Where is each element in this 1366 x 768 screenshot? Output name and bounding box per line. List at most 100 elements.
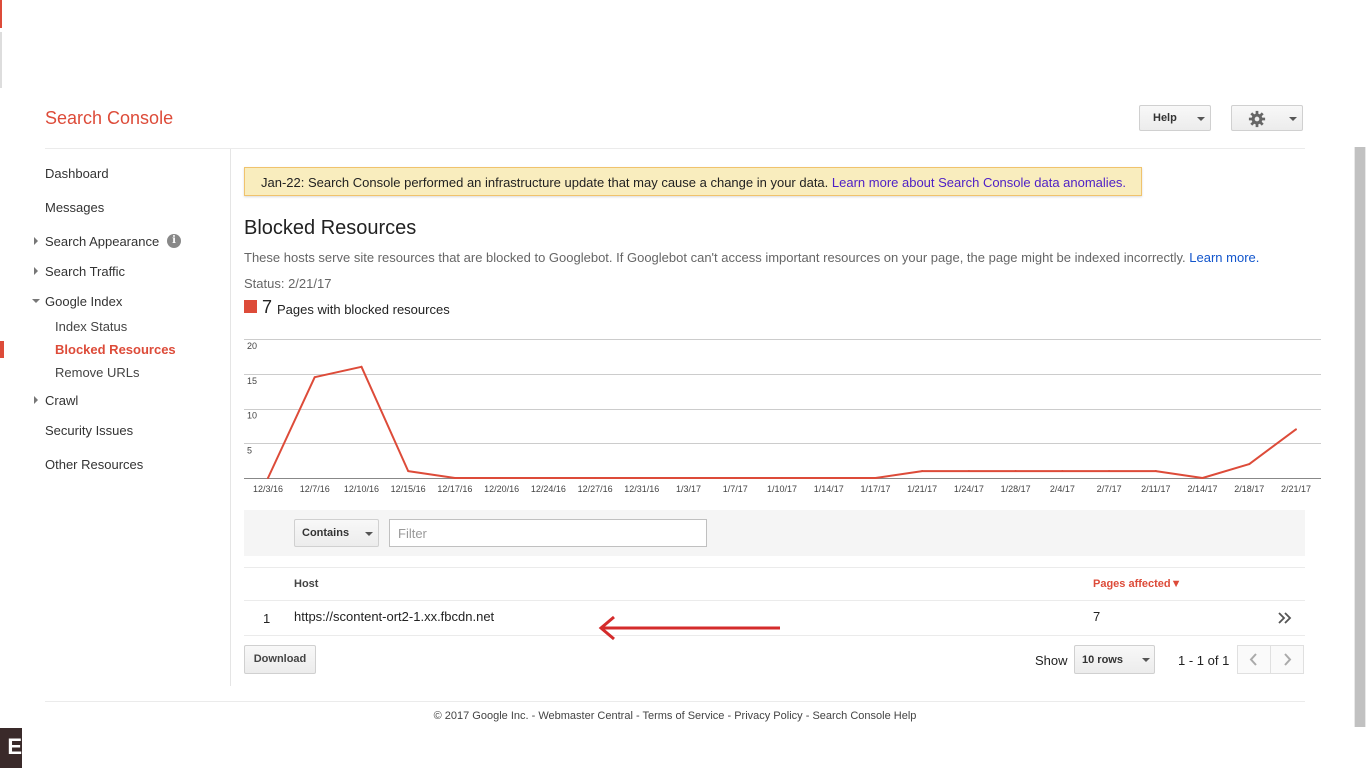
data-point[interactable] [453, 477, 456, 479]
x-tick-label: 12/24/16 [531, 484, 566, 494]
row-pages-affected: 7 [1093, 609, 1101, 624]
next-page-button[interactable] [1270, 645, 1304, 674]
page-title: Blocked Resources [244, 217, 417, 239]
pagination-range: 1 - 1 of 1 [1178, 653, 1230, 668]
sidebar-item-crawl[interactable]: Crawl [45, 393, 78, 408]
data-point[interactable] [1014, 470, 1017, 473]
chevron-down-icon [365, 532, 373, 536]
info-icon[interactable]: i [167, 234, 181, 248]
data-point[interactable] [827, 477, 830, 479]
y-tick-label: 5 [247, 445, 252, 455]
gear-icon [1248, 110, 1266, 128]
data-point[interactable] [967, 470, 970, 473]
x-tick-label: 1/7/17 [723, 484, 748, 494]
data-point[interactable] [1061, 470, 1064, 473]
sidebar-item-google-index[interactable]: Google Index [45, 294, 122, 309]
sidebar-item-dashboard[interactable]: Dashboard [45, 166, 109, 181]
footer: © 2017 Google Inc. - Webmaster Central -… [433, 710, 917, 722]
data-point[interactable] [1295, 428, 1297, 431]
help-button-label: Help [1153, 112, 1177, 124]
data-point[interactable] [407, 470, 410, 473]
data-point[interactable] [360, 365, 363, 368]
sidebar-item-search-traffic[interactable]: Search Traffic [45, 264, 125, 279]
table-divider [244, 600, 1305, 601]
settings-button[interactable] [1231, 105, 1303, 131]
sidebar-item-blocked-resources[interactable]: Blocked Resources [55, 342, 176, 357]
data-point[interactable] [547, 477, 550, 479]
notice-banner: Jan-22: Search Console performed an infr… [244, 167, 1142, 196]
data-point[interactable] [687, 477, 690, 479]
chevron-down-icon [1197, 117, 1205, 121]
y-tick-label: 15 [247, 376, 257, 386]
chevron-down-icon[interactable] [32, 299, 40, 303]
data-point[interactable] [640, 477, 643, 479]
footer-link-webmaster-central[interactable]: Webmaster Central [538, 710, 633, 722]
x-tick-label: 1/24/17 [954, 484, 984, 494]
chevron-left-icon [1249, 653, 1257, 666]
x-tick-label: 1/14/17 [814, 484, 844, 494]
sidebar-item-search-appearance[interactable]: Search Appearance [45, 234, 159, 249]
data-point[interactable] [267, 477, 269, 479]
x-tick-label: 12/7/16 [300, 484, 330, 494]
notice-link[interactable]: Learn more about Search Console data ano… [832, 175, 1126, 190]
data-point[interactable] [1154, 470, 1157, 473]
data-point[interactable] [1201, 477, 1204, 479]
data-point[interactable] [921, 470, 924, 473]
chevron-right-icon[interactable] [34, 396, 38, 404]
data-point[interactable] [874, 477, 877, 479]
double-chevron-right-icon[interactable] [1277, 610, 1293, 626]
data-point[interactable] [594, 477, 597, 479]
chevron-right-icon[interactable] [34, 267, 38, 275]
x-tick-label: 2/11/17 [1141, 484, 1170, 494]
x-tick-label: 1/17/17 [860, 484, 890, 494]
left-edge-accent [0, 0, 2, 28]
x-tick-label: 2/4/17 [1050, 484, 1075, 494]
series-line [267, 365, 1297, 479]
column-header-host[interactable]: Host [294, 578, 318, 590]
chevron-right-icon [1284, 653, 1292, 666]
footer-link-privacy[interactable]: Privacy Policy [734, 710, 802, 722]
previous-page-button[interactable] [1237, 645, 1271, 674]
data-point[interactable] [734, 477, 737, 479]
legend-swatch [244, 300, 257, 313]
scrollbar-thumb[interactable] [1355, 147, 1365, 727]
column-header-pages-affected[interactable]: Pages affected▼ [1093, 578, 1182, 590]
y-tick-label: 10 [247, 411, 257, 421]
annotation-arrow-icon [598, 615, 780, 641]
x-tick-label: 1/28/17 [1001, 484, 1031, 494]
help-button[interactable]: Help [1139, 105, 1211, 131]
chevron-right-icon[interactable] [34, 237, 38, 245]
filter-mode-select[interactable]: Contains [294, 519, 379, 547]
footer-link-help[interactable]: Search Console Help [812, 710, 916, 722]
x-tick-label: 12/15/16 [391, 484, 426, 494]
x-tick-label: 2/18/17 [1234, 484, 1264, 494]
rows-per-page-select[interactable]: 10 rows [1074, 645, 1155, 674]
download-button[interactable]: Download [244, 645, 316, 674]
sidebar-item-messages[interactable]: Messages [45, 200, 104, 215]
x-tick-label: 12/10/16 [344, 484, 379, 494]
sidebar-item-security-issues[interactable]: Security Issues [45, 423, 133, 438]
data-point[interactable] [1248, 463, 1251, 466]
filter-mode-label: Contains [302, 527, 350, 539]
data-point[interactable] [500, 477, 503, 479]
filter-input[interactable] [389, 519, 707, 547]
sidebar-divider [230, 149, 231, 686]
row-index: 1 [263, 611, 271, 626]
learn-more-link[interactable]: Learn more. [1189, 250, 1259, 265]
data-point[interactable] [313, 376, 316, 379]
sidebar-item-remove-urls[interactable]: Remove URLs [55, 365, 140, 380]
left-edge-strip [0, 32, 2, 88]
sidebar-item-other-resources[interactable]: Other Resources [45, 457, 143, 472]
x-tick-label: 12/20/16 [484, 484, 519, 494]
chevron-down-icon [1289, 117, 1297, 121]
row-host[interactable]: https://scontent-ort2-1.xx.fbcdn.net [294, 609, 494, 624]
blocked-resources-chart: 5 10 15 20 12/3/16 12/7/16 12/10/16 12/15/16 12/… [244, 339, 1321, 494]
data-point[interactable] [781, 477, 783, 479]
footer-divider [45, 701, 1305, 702]
notice-text: Jan-22: Search Console performed an infr… [261, 175, 829, 190]
brand-title[interactable]: Search Console [45, 108, 173, 129]
footer-link-terms[interactable]: Terms of Service [642, 710, 724, 722]
status-text: Status: 2/21/17 [244, 276, 332, 291]
data-point[interactable] [1108, 470, 1111, 473]
sidebar-item-index-status[interactable]: Index Status [55, 319, 127, 334]
